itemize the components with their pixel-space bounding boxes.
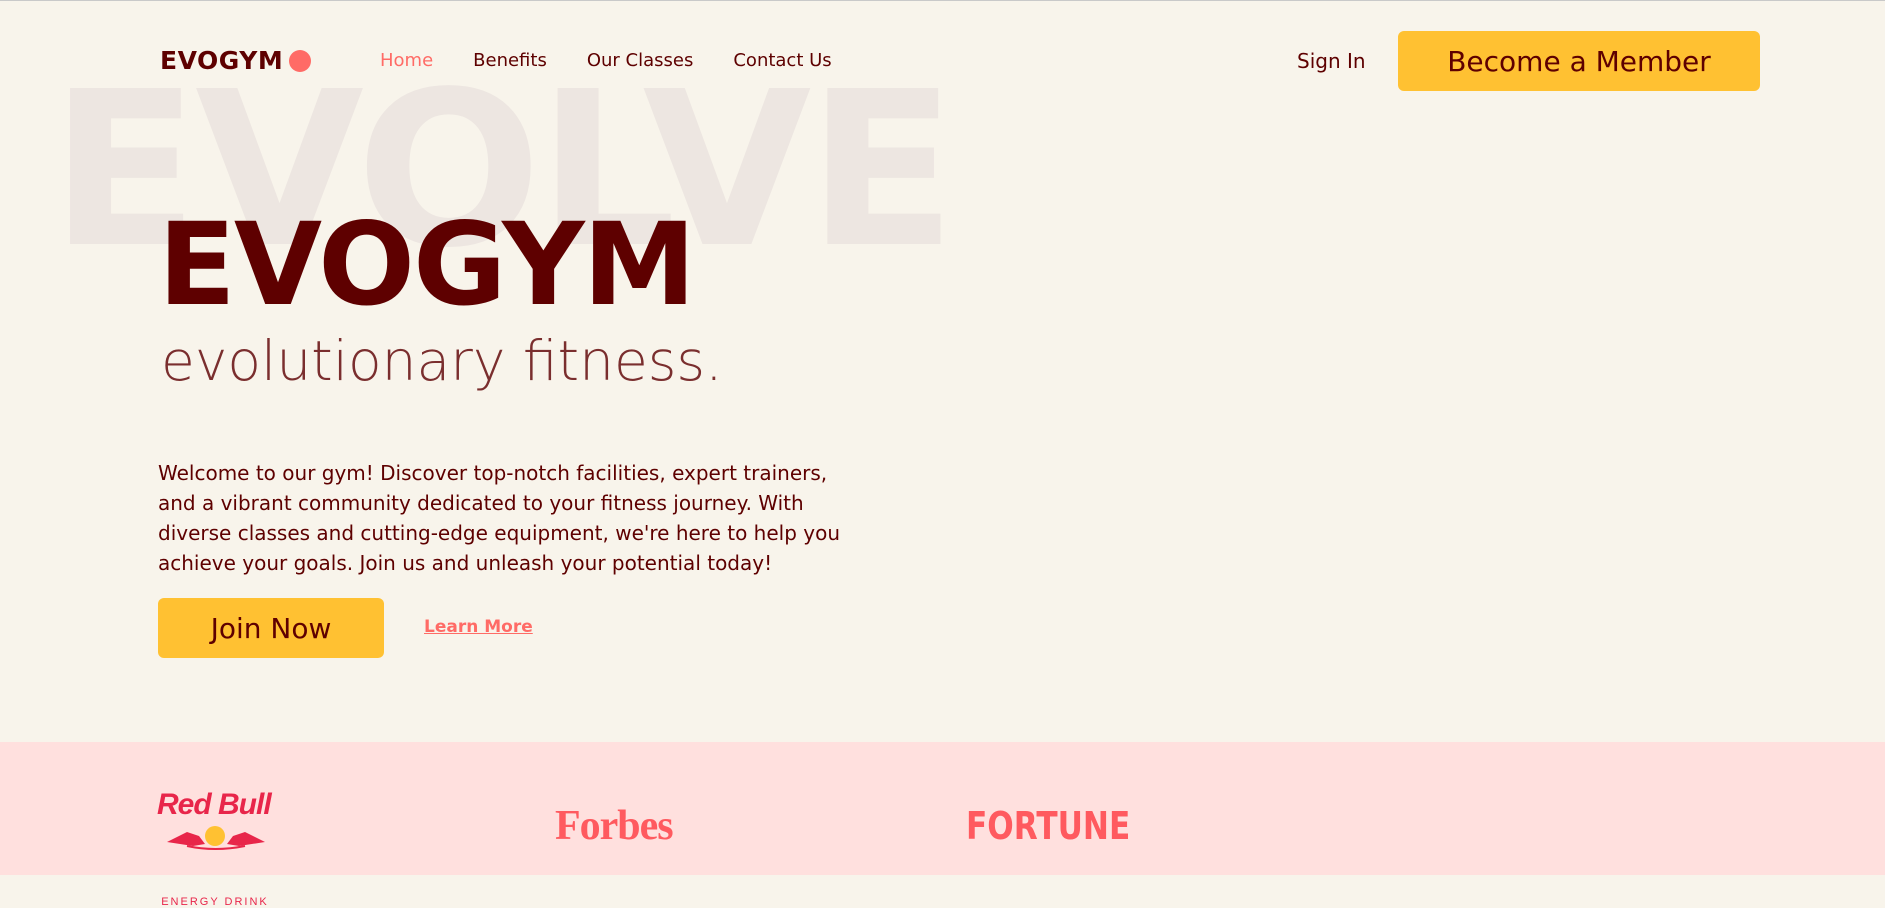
learn-more-link[interactable]: Learn More	[424, 617, 533, 637]
fortune-logo: FORTUNE	[966, 804, 1131, 848]
forbes-logo: Forbes	[555, 803, 674, 849]
hero-subtitle: evolutionary fitness.	[161, 329, 723, 393]
become-member-button[interactable]: Become a Member	[1398, 31, 1760, 91]
redbull-logo: Red Bull ENERGY DRINK	[157, 788, 277, 908]
top-border	[0, 0, 1885, 1]
redbull-subtitle: ENERGY DRINK	[161, 896, 269, 908]
join-now-button[interactable]: Join Now	[158, 598, 384, 658]
hero-description: Welcome to our gym! Discover top-notch f…	[158, 461, 841, 575]
redbull-logo-text: Red Bull	[157, 788, 272, 821]
redbull-bulls-icon	[167, 826, 265, 850]
sponsors-band: Red Bull ENERGY DRINK Forbes FORTUNE	[0, 742, 1885, 908]
sign-in-link[interactable]: Sign In	[1297, 49, 1366, 73]
hero-title: EVOGYM	[158, 198, 696, 331]
